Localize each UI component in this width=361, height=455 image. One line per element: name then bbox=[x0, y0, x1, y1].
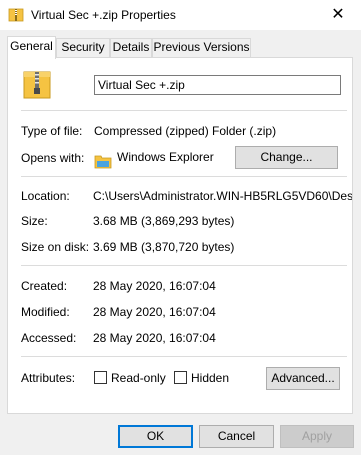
size-label: Size: bbox=[21, 214, 48, 228]
advanced-button[interactable]: Advanced... bbox=[266, 367, 340, 390]
tab-general[interactable]: General bbox=[7, 36, 56, 59]
attributes-label: Attributes: bbox=[21, 371, 76, 385]
size-on-disk-label: Size on disk: bbox=[21, 240, 90, 254]
location-label: Location: bbox=[21, 189, 70, 203]
folder-icon bbox=[94, 155, 112, 169]
zip-folder-icon bbox=[23, 71, 51, 99]
apply-button[interactable]: Apply bbox=[280, 425, 354, 448]
hidden-label: Hidden bbox=[191, 371, 230, 385]
accessed-label: Accessed: bbox=[21, 331, 77, 345]
size-value: 3.68 MB (3,869,293 bytes) bbox=[93, 214, 235, 228]
ok-button[interactable]: OK bbox=[118, 425, 193, 448]
file-name-input[interactable] bbox=[94, 75, 341, 95]
general-panel: Type of file: Compressed (zipped) Folder… bbox=[7, 57, 353, 414]
separator bbox=[21, 176, 347, 177]
hidden-checkbox[interactable] bbox=[174, 371, 187, 384]
type-value: Compressed (zipped) Folder (.zip) bbox=[94, 124, 277, 138]
separator bbox=[21, 356, 347, 357]
modified-label: Modified: bbox=[21, 305, 70, 319]
readonly-label: Read-only bbox=[111, 371, 166, 385]
separator bbox=[21, 265, 347, 266]
change-button[interactable]: Change... bbox=[235, 146, 338, 169]
type-label: Type of file: bbox=[21, 124, 83, 138]
separator bbox=[21, 110, 347, 111]
title-bar: Virtual Sec +.zip Properties ✕ bbox=[0, 0, 361, 30]
modified-value: 28 May 2020, 16:07:04 bbox=[93, 305, 216, 319]
created-label: Created: bbox=[21, 279, 68, 293]
tab-security[interactable]: Security bbox=[56, 38, 110, 57]
location-clip: C:\Users\Administrator.WIN-HB5RLG5VD60\D… bbox=[93, 189, 352, 205]
tab-previous-versions[interactable]: Previous Versions bbox=[152, 38, 251, 57]
size-on-disk-value: 3.69 MB (3,870,720 bytes) bbox=[93, 240, 235, 254]
zip-folder-icon bbox=[8, 8, 24, 22]
opens-with-value: Windows Explorer bbox=[117, 150, 214, 164]
close-icon[interactable]: ✕ bbox=[315, 0, 361, 30]
cancel-button[interactable]: Cancel bbox=[199, 425, 274, 448]
accessed-value: 28 May 2020, 16:07:04 bbox=[93, 331, 216, 345]
location-value: C:\Users\Administrator.WIN-HB5RLG5VD60\D… bbox=[93, 189, 352, 203]
window-title: Virtual Sec +.zip Properties bbox=[31, 8, 176, 22]
tab-details[interactable]: Details bbox=[110, 38, 152, 57]
created-value: 28 May 2020, 16:07:04 bbox=[93, 279, 216, 293]
readonly-checkbox[interactable] bbox=[94, 371, 107, 384]
opens-with-label: Opens with: bbox=[21, 151, 85, 165]
